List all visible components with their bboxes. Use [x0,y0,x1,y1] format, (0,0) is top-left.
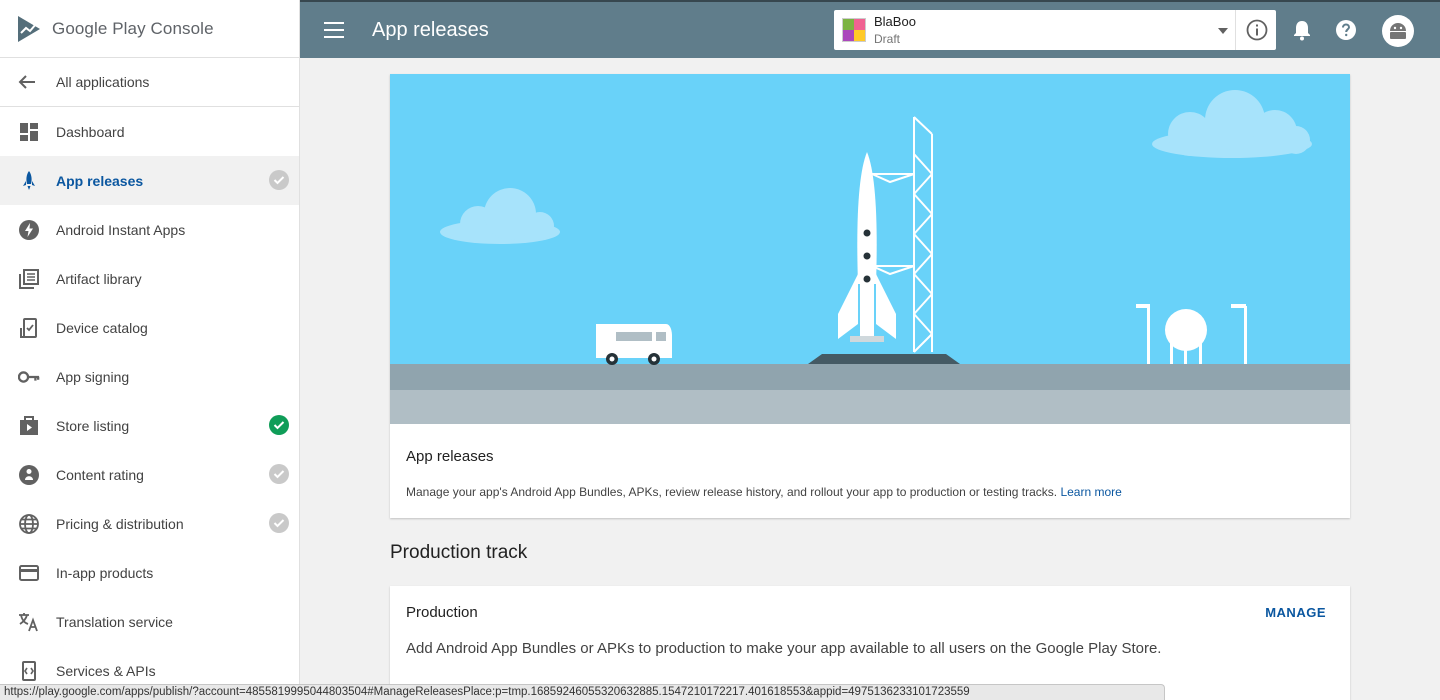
sidebar-item-label: Services & APIs [56,662,156,679]
play-console-logo-icon [18,15,40,42]
services-icon [18,660,40,682]
app-status: Draft [874,32,901,46]
sidebar-item-store-listing[interactable]: Store listing [0,401,299,450]
sidebar-item-label: Device catalog [56,319,148,336]
info-icon[interactable] [1246,19,1268,41]
account-avatar[interactable] [1382,15,1414,47]
description-text: Manage your app's Android App Bundles, A… [406,485,1058,499]
sidebar-item-in-app-products[interactable]: In-app products [0,548,299,597]
sidebar-item-app-releases[interactable]: App releases [0,156,299,205]
sidebar-item-label: App signing [56,368,130,385]
sidebar-item-pricing-distribution[interactable]: Pricing & distribution [0,499,299,548]
app-selector-dropdown[interactable]: BlaBoo Draft [834,10,1276,50]
device-catalog-icon [18,317,40,339]
app-icon [842,18,866,42]
store-listing-icon [18,415,40,437]
sidebar-item-label: In-app products [56,564,154,581]
sidebar-item-label: Content rating [56,466,144,483]
menu-icon[interactable] [324,22,344,38]
sidebar-item-label: Pricing & distribution [56,515,184,532]
sidebar-item-label: Android Instant Apps [56,221,186,238]
rocket-launch-illustration [390,74,1350,424]
status-bar-url: https://play.google.com/apps/publish/?ac… [0,684,1165,700]
logo-text: Google Play Console [52,19,214,39]
section-title-production-track: Production track [390,542,528,563]
sidebar-item-device-catalog[interactable]: Device catalog [0,303,299,352]
sidebar-item-label: Translation service [56,613,173,630]
brand-secondary: Console [150,18,214,38]
all-applications-link[interactable]: All applications [0,58,299,107]
app-releases-intro-card: App releases Manage your app's Android A… [390,74,1350,518]
globe-icon [18,513,40,535]
page-title: App releases [372,18,489,41]
content-rating-icon [18,464,40,486]
brand-primary: Google Play [52,18,146,38]
divider [1235,10,1236,50]
key-icon [18,366,40,388]
check-circle-icon [269,464,289,484]
dashboard-icon [18,121,40,143]
artifact-library-icon [18,268,40,290]
sidebar-item-app-signing[interactable]: App signing [0,352,299,401]
sidebar-item-label: Dashboard [56,123,125,140]
sidebar: Google Play Console All applications Das… [0,0,300,700]
sidebar-item-label: Store listing [56,417,130,434]
card-description: Manage your app's Android App Bundles, A… [406,485,1122,499]
sidebar-item-label: Artifact library [56,270,142,287]
production-title: Production [406,604,478,621]
back-label: All applications [56,74,150,90]
google-play-console-logo[interactable]: Google Play Console [0,0,299,58]
dropdown-arrow-icon[interactable] [1218,28,1228,34]
production-description: Add Android App Bundles or APKs to produ… [406,640,1162,657]
sidebar-item-android-instant-apps[interactable]: Android Instant Apps [0,205,299,254]
sidebar-item-dashboard[interactable]: Dashboard [0,107,299,156]
sidebar-item-label: App releases [56,172,144,189]
sidebar-item-artifact-library[interactable]: Artifact library [0,254,299,303]
top-app-bar: App releases BlaBoo Draft [300,0,1440,58]
rocket-icon [18,170,40,192]
arrow-back-icon [18,74,40,90]
notifications-bell-icon[interactable] [1290,18,1314,42]
android-avatar-icon [1390,23,1406,39]
instant-apps-icon [18,219,40,241]
translate-icon [18,611,40,633]
app-name: BlaBoo [874,14,916,29]
check-circle-icon [269,415,289,435]
credit-card-icon [18,562,40,584]
sidebar-item-translation-service[interactable]: Translation service [0,597,299,646]
check-circle-icon [269,170,289,190]
card-title: App releases [406,448,494,465]
learn-more-link[interactable]: Learn more [1060,485,1121,499]
check-circle-icon [269,513,289,533]
help-icon[interactable] [1334,18,1358,42]
manage-button[interactable]: MANAGE [1265,605,1326,620]
sidebar-item-content-rating[interactable]: Content rating [0,450,299,499]
production-track-card: Production MANAGE Add Android App Bundle… [390,586,1350,700]
